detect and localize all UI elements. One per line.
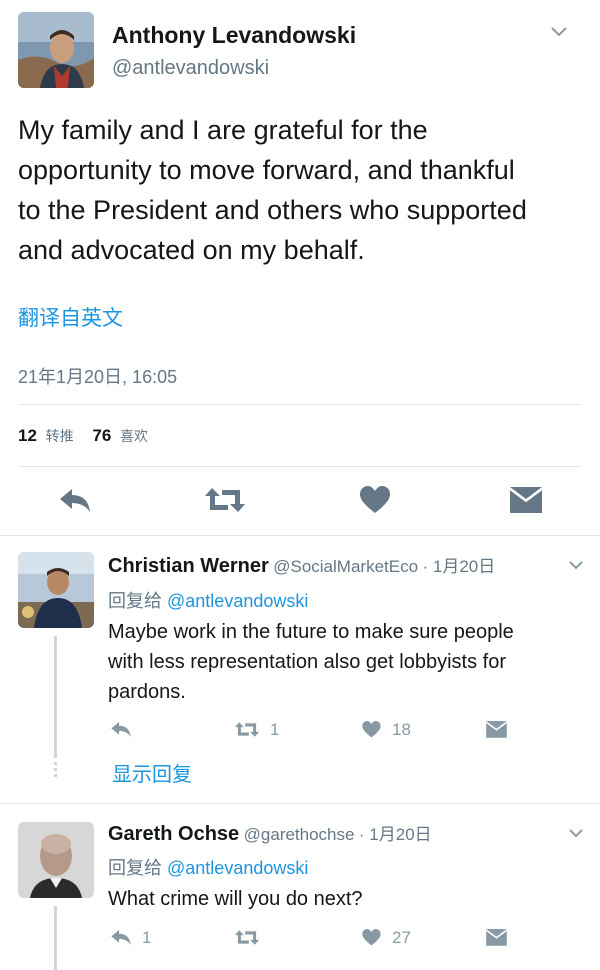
author-handle[interactable]: @garethochse bbox=[244, 825, 355, 844]
retweet-count: 1 bbox=[270, 720, 280, 739]
thread-line bbox=[54, 636, 57, 758]
timestamp[interactable]: 21年1月20日, 16:05 bbox=[18, 363, 177, 389]
avatar[interactable] bbox=[18, 12, 94, 88]
chevron-down-icon[interactable] bbox=[568, 560, 584, 570]
like-count: 27 bbox=[392, 928, 411, 947]
avatar[interactable] bbox=[18, 822, 94, 898]
tweet-text: My family and I are grateful for the opp… bbox=[18, 110, 588, 270]
reply-text-line: with less representation also get lobbyi… bbox=[108, 651, 506, 673]
like-heart-icon[interactable] bbox=[362, 929, 381, 946]
direct-message-icon[interactable] bbox=[486, 929, 507, 947]
reply-icon[interactable] bbox=[110, 928, 132, 946]
direct-message-icon[interactable] bbox=[486, 721, 507, 739]
author-handle[interactable]: @SocialMarketEco bbox=[273, 557, 418, 576]
reply-text: What crime will you do next? bbox=[108, 884, 363, 914]
reply-text: Maybe work in the future to make sure pe… bbox=[108, 617, 514, 707]
reply-date[interactable]: · 1月20日 bbox=[423, 557, 496, 576]
reply-header: Gareth Ochse @garethochse · 1月20日 bbox=[108, 820, 432, 846]
direct-message-icon[interactable] bbox=[510, 487, 542, 515]
reply-icon[interactable] bbox=[110, 720, 132, 738]
show-replies-link[interactable]: 显示回复 bbox=[112, 758, 192, 787]
like-heart-icon[interactable] bbox=[360, 486, 390, 514]
reply-icon[interactable] bbox=[58, 486, 92, 514]
reply-to-handle[interactable]: @antlevandowski bbox=[167, 858, 308, 878]
reply-text-line: Maybe work in the future to make sure pe… bbox=[108, 621, 514, 643]
reply-text-line: pardons. bbox=[108, 681, 186, 703]
tweet-text-line: opportunity to move forward, and thankfu… bbox=[18, 155, 515, 185]
reply-count: 1 bbox=[142, 928, 152, 947]
chevron-down-icon[interactable] bbox=[550, 26, 568, 38]
translate-link[interactable]: 翻译自英文 bbox=[18, 302, 123, 332]
retweet-icon[interactable] bbox=[204, 486, 246, 514]
retweet-label[interactable]: 转推 bbox=[46, 428, 74, 444]
reply-to-handle[interactable]: @antlevandowski bbox=[167, 591, 308, 611]
reply-header: Christian Werner @SocialMarketEco · 1月20… bbox=[108, 552, 495, 578]
retweet-count[interactable]: 12 bbox=[18, 426, 37, 445]
like-heart-icon[interactable] bbox=[362, 721, 381, 738]
section-divider bbox=[0, 535, 600, 536]
author-name[interactable]: Christian Werner bbox=[108, 555, 269, 577]
divider bbox=[18, 404, 582, 405]
author-name[interactable]: Anthony Levandowski bbox=[112, 22, 356, 49]
author-handle[interactable]: @antlevandowski bbox=[112, 57, 269, 80]
avatar[interactable] bbox=[18, 552, 94, 628]
like-count[interactable]: 76 bbox=[92, 426, 111, 445]
divider bbox=[18, 466, 582, 467]
reply-date[interactable]: · 1月20日 bbox=[359, 825, 432, 844]
thread-line bbox=[54, 906, 57, 970]
retweet-icon[interactable] bbox=[234, 721, 260, 738]
tweet-text-line: to the President and others who supporte… bbox=[18, 195, 527, 225]
section-divider bbox=[0, 803, 600, 804]
tweet-text-line: My family and I are grateful for the bbox=[18, 115, 428, 145]
reply-to: 回复给 @antlevandowski bbox=[108, 587, 308, 613]
reply-to: 回复给 @antlevandowski bbox=[108, 854, 308, 880]
retweet-icon[interactable] bbox=[234, 929, 260, 946]
reply-to-label: 回复给 bbox=[108, 591, 162, 611]
author-name[interactable]: Gareth Ochse bbox=[108, 823, 239, 845]
like-count: 18 bbox=[392, 720, 411, 739]
reply-to-label: 回复给 bbox=[108, 858, 162, 878]
engagement-stats: 12 转推 76 喜欢 bbox=[18, 426, 148, 446]
reply-text-line: What crime will you do next? bbox=[108, 888, 363, 910]
chevron-down-icon[interactable] bbox=[568, 828, 584, 838]
thread-more-dots bbox=[54, 762, 57, 777]
like-label[interactable]: 喜欢 bbox=[120, 428, 148, 444]
tweet-text-line: and advocated on my behalf. bbox=[18, 235, 365, 265]
